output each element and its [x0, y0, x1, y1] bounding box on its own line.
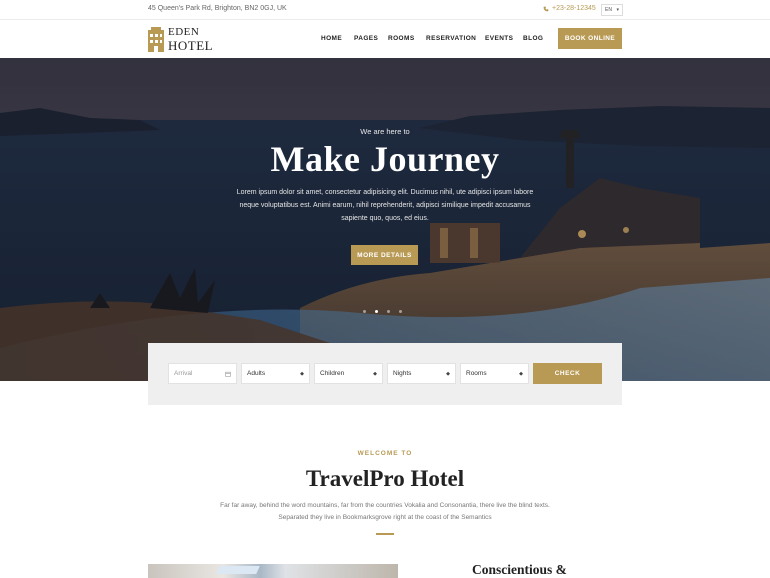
arrival-placeholder: Arrival [174, 370, 193, 377]
adults-select[interactable]: Adults ◆ [241, 363, 310, 384]
hotel-building-icon [148, 27, 164, 52]
nav-blog[interactable]: BLOG [523, 35, 543, 42]
nights-select[interactable]: Nights ◆ [387, 363, 456, 384]
address-text: 45 Queen's Park Rd, Brighton, BN2 0GJ, U… [148, 5, 287, 12]
logo-line-2: HOTEL [168, 37, 214, 53]
hero-slider: We are here to Make Journey Lorem ipsum … [0, 58, 770, 381]
language-value: EN [605, 7, 612, 13]
nav-events[interactable]: EVENTS [485, 35, 513, 42]
booking-form: Arrival Adults ◆ Children ◆ Nights ◆ Roo… [148, 343, 622, 405]
top-bar: 45 Queen's Park Rd, Brighton, BN2 0GJ, U… [0, 0, 770, 20]
section-divider [376, 533, 394, 535]
slider-dots [363, 310, 402, 313]
more-details-button[interactable]: MORE DETAILS [351, 245, 418, 265]
hero-subtitle: We are here to [360, 127, 410, 136]
chevron-down-icon: ▾ [616, 7, 619, 13]
welcome-eyebrow: WELCOME TO [357, 450, 413, 457]
nav-pages[interactable]: PAGES [354, 35, 378, 42]
feature-title: Conscientious & [472, 562, 567, 577]
section-description: Far far away, behind the word mountains,… [220, 502, 550, 521]
nights-value: Nights [393, 370, 412, 377]
slider-dot[interactable] [387, 310, 390, 313]
children-select[interactable]: Children ◆ [314, 363, 383, 384]
logo-text: EDEN HOTEL [168, 25, 214, 53]
hero-title: Make Journey [270, 139, 500, 179]
phone-icon [543, 6, 549, 11]
select-arrows-icon: ◆ [446, 370, 450, 377]
rooms-value: Rooms [466, 370, 487, 377]
logo-line-1: EDEN [168, 25, 200, 38]
slider-dot[interactable] [363, 310, 366, 313]
section-title: TravelPro Hotel [305, 466, 465, 491]
adults-value: Adults [247, 370, 266, 377]
calendar-icon [225, 371, 231, 377]
nav-home[interactable]: HOME [321, 35, 342, 42]
select-arrows-icon: ◆ [519, 370, 523, 377]
main-header: EDEN HOTEL HOME PAGES ROOMS RESERVATION … [0, 20, 770, 58]
book-online-button[interactable]: BOOK ONLINE [558, 28, 622, 49]
arrival-date-input[interactable]: Arrival [168, 363, 237, 384]
slider-dot-active[interactable] [375, 310, 378, 313]
rooms-select[interactable]: Rooms ◆ [460, 363, 529, 384]
skylight-shape [216, 566, 260, 574]
hero-description: Lorem ipsum dolor sit amet, consectetur … [236, 189, 534, 222]
phone-number: +23-28-12345 [552, 5, 596, 12]
select-arrows-icon: ◆ [300, 370, 304, 377]
slider-dot[interactable] [399, 310, 402, 313]
phone-link[interactable]: +23-28-12345 [543, 5, 596, 12]
children-value: Children [320, 370, 345, 377]
nav-reservation[interactable]: RESERVATION [426, 35, 476, 42]
room-image [148, 564, 398, 578]
language-select[interactable]: EN ▾ [601, 4, 623, 16]
check-availability-button[interactable]: CHECK [533, 363, 602, 384]
select-arrows-icon: ◆ [373, 370, 377, 377]
logo[interactable]: EDEN HOTEL [147, 25, 213, 53]
nav-rooms[interactable]: ROOMS [388, 35, 415, 42]
